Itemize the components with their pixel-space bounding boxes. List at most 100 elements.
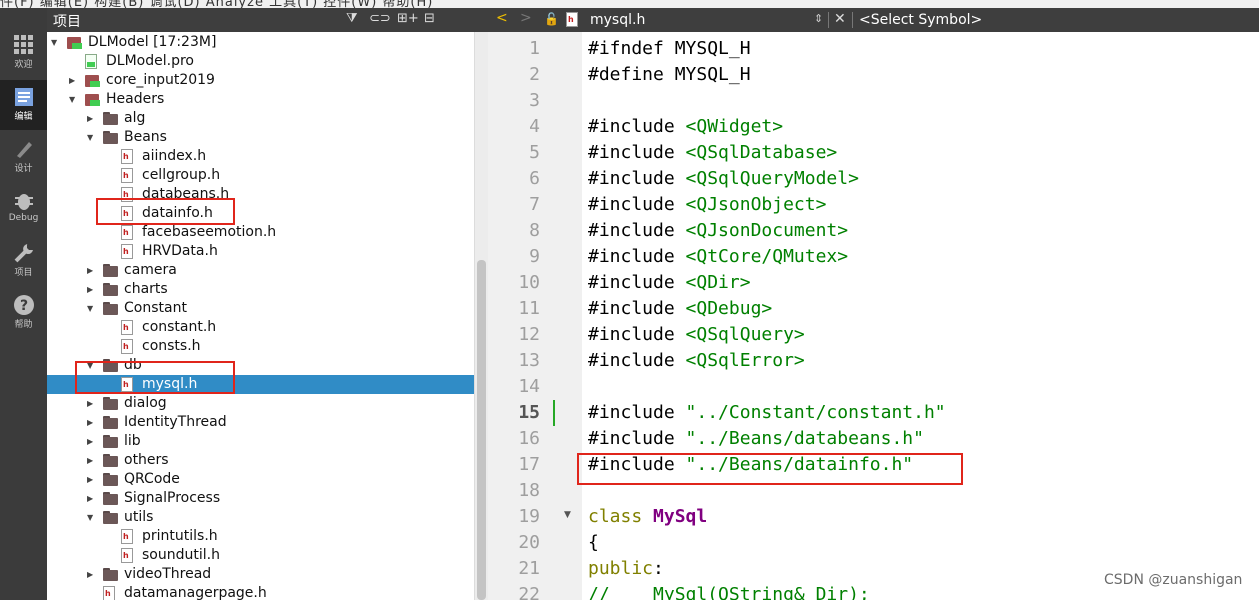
expand-arrow-icon[interactable]: ▶ — [87, 451, 95, 465]
tree-item-datamanagerpage-h[interactable]: h datamanagerpage.h — [47, 584, 474, 600]
code-line[interactable]: #ifndef MYSQL_H — [588, 36, 751, 62]
expand-arrow-icon[interactable]: ▶ — [87, 565, 95, 579]
header-file-icon: h — [121, 187, 133, 202]
folder-icon — [103, 568, 118, 581]
expand-arrow-icon[interactable]: ▶ — [87, 432, 95, 446]
tree-item-charts[interactable]: ▶ charts — [47, 280, 474, 299]
code-line[interactable]: #include <QSqlDatabase> — [588, 140, 837, 166]
header-file-icon: h — [121, 377, 133, 392]
code-line[interactable]: #include <QSqlQuery> — [588, 322, 805, 348]
tree-item-core-input2019[interactable]: ▶ core_input2019 — [47, 71, 474, 90]
code-line[interactable]: public: — [588, 556, 664, 582]
expand-arrow-icon[interactable]: ▶ — [87, 413, 95, 427]
code-token: #include — [588, 246, 686, 267]
expand-arrow-icon[interactable]: ▶ — [87, 394, 95, 408]
code-editor[interactable]: #ifndef MYSQL_H #define MYSQL_H #include <… — [582, 32, 1259, 600]
tree-item-videothread[interactable]: ▶ videoThread — [47, 565, 474, 584]
tree-item-dlmodel-pro[interactable]: DLModel.pro — [47, 52, 474, 71]
code-line[interactable]: #include <QDir> — [588, 270, 751, 296]
collapse-arrow-icon[interactable]: ▼ — [51, 33, 59, 47]
tree-item-mysql-h[interactable]: h mysql.h — [47, 375, 474, 394]
code-line[interactable]: class MySql — [588, 504, 707, 530]
tree-item-cellgroup-h[interactable]: h cellgroup.h — [47, 166, 474, 185]
header-file-icon: h — [121, 168, 133, 183]
expand-arrow-icon[interactable]: ▶ — [69, 71, 77, 85]
line-number: 1 — [529, 38, 540, 59]
code-line[interactable]: #include <QJsonObject> — [588, 192, 826, 218]
open-file-name[interactable]: mysql.h — [590, 12, 645, 28]
tree-item-camera[interactable]: ▶ camera — [47, 261, 474, 280]
tree-item-headers[interactable]: ▼ Headers — [47, 90, 474, 109]
tree-item-consts-h[interactable]: h consts.h — [47, 337, 474, 356]
tree-item-qrcode[interactable]: ▶ QRCode — [47, 470, 474, 489]
tree-item-printutils-h[interactable]: h printutils.h — [47, 527, 474, 546]
code-line[interactable]: #include <QtCore/QMutex> — [588, 244, 848, 270]
tree-item-facebaseemotion-h[interactable]: h facebaseemotion.h — [47, 223, 474, 242]
code-line[interactable]: #define MYSQL_H — [588, 62, 751, 88]
code-line[interactable]: // MySql(QString& Dir); — [588, 582, 870, 600]
file-dropdown-icon[interactable]: ⇕ — [814, 12, 823, 25]
tree-item-db[interactable]: ▼ db — [47, 356, 474, 375]
mode-wrench[interactable]: 项目 — [0, 236, 47, 286]
mode-grid[interactable]: 欢迎 — [0, 28, 47, 78]
expand-arrow-icon[interactable]: ▶ — [87, 261, 95, 275]
expand-arrow-icon[interactable]: ▶ — [87, 280, 95, 294]
tree-item-dlmodel-17-23m[interactable]: ▼ DLModel [17:23M] — [47, 33, 474, 52]
mode-help[interactable]: ? 帮助 — [0, 288, 47, 338]
collapse-arrow-icon[interactable]: ▼ — [69, 90, 77, 104]
tree-scrollbar[interactable] — [474, 32, 489, 600]
link-icon[interactable]: ⊂⊃ — [369, 11, 391, 26]
tree-scrollbar-thumb[interactable] — [477, 260, 486, 600]
code-line[interactable]: #include <QWidget> — [588, 114, 783, 140]
tree-item-soundutil-h[interactable]: h soundutil.h — [47, 546, 474, 565]
mode-edit[interactable]: 编辑 — [0, 80, 47, 130]
tree-item-constant[interactable]: ▼ Constant — [47, 299, 474, 318]
tree-item-signalprocess[interactable]: ▶ SignalProcess — [47, 489, 474, 508]
code-token: : — [653, 558, 664, 579]
filter-icon[interactable]: ⧩ — [346, 11, 358, 26]
tree-item-hrvdata-h[interactable]: h HRVData.h — [47, 242, 474, 261]
collapse-arrow-icon[interactable]: ▼ — [87, 356, 95, 370]
svg-text:?: ? — [19, 298, 27, 314]
tree-item-lib[interactable]: ▶ lib — [47, 432, 474, 451]
code-line[interactable]: #include <QJsonDocument> — [588, 218, 848, 244]
collapse-arrow-icon[interactable]: ▼ — [87, 508, 95, 522]
code-line[interactable]: #include "../Beans/databeans.h" — [588, 426, 924, 452]
folder-icon — [103, 302, 118, 315]
mode-bug[interactable]: Debug — [0, 184, 47, 234]
collapse-arrow-icon[interactable]: ▼ — [87, 128, 95, 142]
tree-item-datainfo-h[interactable]: h datainfo.h — [47, 204, 474, 223]
tree-item-label: Headers — [106, 91, 165, 107]
close-file-button[interactable]: ✕ — [834, 11, 846, 27]
fold-marker-icon[interactable]: ▼ — [564, 510, 571, 520]
expand-arrow-icon[interactable]: ▶ — [87, 470, 95, 484]
nav-back-button[interactable]: < — [496, 10, 508, 26]
tree-item-aiindex-h[interactable]: h aiindex.h — [47, 147, 474, 166]
expand-arrow-icon[interactable]: ▶ — [87, 489, 95, 503]
tree-item-beans[interactable]: ▼ Beans — [47, 128, 474, 147]
code-line[interactable]: #include <QDebug> — [588, 296, 772, 322]
tree-item-identitythread[interactable]: ▶ IdentityThread — [47, 413, 474, 432]
split-icon[interactable]: ⊞+ — [397, 11, 419, 26]
pen-icon — [13, 138, 35, 160]
code-line[interactable]: #include "../Constant/constant.h" — [588, 400, 946, 426]
tree-item-dialog[interactable]: ▶ dialog — [47, 394, 474, 413]
close-panel-icon[interactable]: ⊟ — [424, 11, 435, 26]
tree-item-alg[interactable]: ▶ alg — [47, 109, 474, 128]
mode-pen[interactable]: 设计 — [0, 132, 47, 182]
code-token: "../Constant/constant.h" — [685, 402, 946, 423]
tree-item-databeans-h[interactable]: h databeans.h — [47, 185, 474, 204]
tree-item-label: aiindex.h — [142, 148, 207, 164]
nav-forward-button[interactable]: > — [520, 10, 532, 26]
tree-item-constant-h[interactable]: h constant.h — [47, 318, 474, 337]
code-line[interactable]: #include "../Beans/datainfo.h" — [588, 452, 913, 478]
tree-item-utils[interactable]: ▼ utils — [47, 508, 474, 527]
code-token: <QWidget> — [685, 116, 784, 137]
symbol-selector[interactable]: <Select Symbol> — [859, 12, 982, 28]
code-line[interactable]: #include <QSqlQueryModel> — [588, 166, 859, 192]
code-line[interactable]: #include <QSqlError> — [588, 348, 805, 374]
tree-item-others[interactable]: ▶ others — [47, 451, 474, 470]
expand-arrow-icon[interactable]: ▶ — [87, 109, 95, 123]
collapse-arrow-icon[interactable]: ▼ — [87, 299, 95, 313]
code-line[interactable]: { — [588, 530, 599, 556]
